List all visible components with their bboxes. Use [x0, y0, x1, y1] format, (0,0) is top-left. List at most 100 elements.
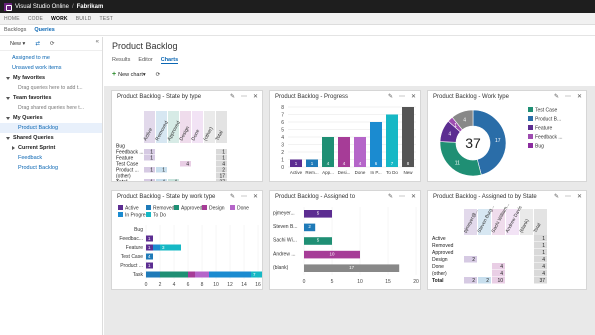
close-icon[interactable]: ✕	[411, 193, 416, 200]
page-title: Product Backlog	[112, 41, 178, 51]
hub-test[interactable]: TEST	[99, 16, 113, 22]
chart-tile-work-type[interactable]: Product Backlog - Work type ✎ ⋯ ✕ 17 11 4 1 4 3…	[427, 90, 587, 182]
more-icon[interactable]: ⋯	[399, 193, 405, 200]
hub-work[interactable]: WORK	[51, 16, 68, 22]
expand-triangle-icon	[6, 76, 10, 80]
x-tick-label: 10	[213, 282, 219, 288]
query-product-backlog[interactable]: Product Backlog	[0, 123, 102, 133]
new-query-button[interactable]: New ▾	[10, 41, 25, 47]
query-product-backlog-shared[interactable]: Product Backlog	[0, 163, 102, 173]
stacked-bar-segment	[209, 271, 251, 278]
charts-toolbar: + New chart▾ ⟳	[112, 71, 160, 78]
shared-queries-group[interactable]: Shared Queries	[0, 133, 102, 143]
hub-build[interactable]: BUILD	[76, 16, 92, 22]
pivot-cell	[492, 263, 505, 270]
edit-icon[interactable]: ✎	[230, 193, 235, 200]
product-name[interactable]: Visual Studio Online	[15, 4, 69, 10]
edit-icon[interactable]: ✎	[554, 193, 559, 200]
refresh-icon[interactable]: ⟳	[156, 72, 161, 78]
edit-icon[interactable]: ✎	[554, 93, 559, 100]
legend-swatch	[528, 125, 533, 130]
pivot-cell	[534, 242, 547, 249]
current-sprint-folder[interactable]: Current Sprint	[0, 143, 102, 153]
stacked-bar-segment	[195, 271, 209, 278]
pivot-cell-value: 1	[542, 236, 545, 242]
edit-icon[interactable]: ✎	[230, 93, 235, 100]
close-icon[interactable]: ✕	[253, 193, 258, 200]
pivot-cell-value: 4	[162, 180, 165, 182]
pivot-cell	[464, 277, 477, 284]
my-queries-group[interactable]: My Queries	[0, 113, 102, 123]
more-icon[interactable]: ⋯	[241, 193, 247, 200]
pivot-cell-value: 1	[162, 168, 165, 174]
x-tick-label: Active	[290, 170, 303, 175]
project-name[interactable]: Fabrikam	[77, 4, 104, 10]
x-tick-label: 10	[357, 279, 363, 285]
pivot-cell-value: 1	[150, 156, 153, 162]
x-tick-label: 12	[227, 282, 233, 288]
y-tick-label: Test Case	[121, 254, 143, 260]
stacked-bar-segment	[153, 244, 160, 251]
chart-tile-progress[interactable]: Product Backlog - Progress ✎ ⋯ ✕ 01 23 45 67 8…	[269, 90, 421, 182]
y-tick-label: (blank)	[273, 265, 289, 271]
link-icon[interactable]: ⇄	[35, 41, 40, 47]
unsaved-work-items-link[interactable]: Unsaved work items	[0, 63, 102, 73]
legend-swatch	[528, 116, 533, 121]
chart-tile-state-by-work-type[interactable]: Product Backlog - State by work type ✎ ⋯ ✕…	[111, 190, 263, 290]
more-icon[interactable]: ⋯	[565, 193, 571, 200]
hub-home[interactable]: HOME	[4, 16, 20, 22]
tab-editor[interactable]: Editor	[138, 57, 152, 64]
legend-label: Feedback ...	[535, 135, 563, 141]
new-query-label: New	[10, 40, 22, 47]
chart-title: Product Backlog - State by work type	[117, 194, 216, 200]
x-tick-label: 2	[159, 282, 162, 288]
close-icon[interactable]: ✕	[577, 93, 582, 100]
row-label: Removed	[432, 243, 454, 249]
row-label: (other)	[432, 271, 447, 277]
tab-results[interactable]: Results	[112, 57, 130, 64]
main-content: Product Backlog Results Editor Charts + …	[104, 37, 595, 335]
x-tick-label: 20	[413, 279, 419, 285]
legend-label: Done	[237, 206, 249, 212]
query-feedback[interactable]: Feedback	[0, 153, 102, 163]
tab-queries[interactable]: Queries	[34, 27, 54, 33]
x-tick-label: Done	[355, 170, 366, 175]
slice-label: 4	[463, 117, 466, 123]
shared-queries-label: Shared Queries	[13, 135, 54, 141]
new-chart-button[interactable]: New chart▾	[118, 72, 146, 78]
chart-title: Product Backlog - Assigned to by State	[433, 194, 537, 200]
stacked-bar-segment	[146, 271, 160, 278]
hub-code[interactable]: CODE	[28, 16, 43, 22]
chart-tile-assigned-by-state[interactable]: Product Backlog - Assigned to by State ✎…	[427, 190, 587, 290]
chart-tile-state-by-type[interactable]: Product Backlog - State by type ✎ ⋯ ✕ Acti…	[111, 90, 263, 182]
edit-icon[interactable]: ✎	[388, 193, 393, 200]
close-icon[interactable]: ✕	[253, 93, 258, 100]
y-tick-label: Feedbac...	[119, 236, 143, 242]
query-tabs: Results Editor Charts	[112, 57, 186, 64]
progress-bar	[386, 114, 398, 167]
legend-swatch	[230, 205, 235, 210]
stacked-bar-segment	[160, 271, 188, 278]
slice-label: 11	[455, 160, 460, 166]
assigned-to-me-link[interactable]: Assigned to me	[0, 53, 102, 63]
tab-charts[interactable]: Charts	[160, 57, 179, 64]
y-tick-label: Task	[133, 272, 144, 278]
refresh-icon[interactable]: ⟳	[50, 41, 55, 47]
y-tick-label: 5	[281, 128, 284, 134]
chart-svg: Active RemovedApprovedDesign Done (other) To…	[116, 111, 227, 182]
plus-icon: +	[112, 71, 117, 78]
more-icon[interactable]: ⋯	[241, 93, 247, 100]
more-icon[interactable]: ⋯	[399, 93, 405, 100]
legend-swatch	[118, 205, 123, 210]
close-icon[interactable]: ✕	[411, 93, 416, 100]
my-favorites-group[interactable]: My favorites	[0, 73, 102, 83]
collapse-pane-icon[interactable]: «	[96, 39, 99, 45]
chart-svg: 0123456781Active1Rem...4App...4Desi...4D…	[281, 105, 416, 175]
chart-tile-assigned-to[interactable]: Product Backlog - Assigned to ✎ ⋯ ✕ 0 5 10 15…	[269, 190, 421, 290]
close-icon[interactable]: ✕	[577, 193, 582, 200]
tab-backlogs[interactable]: Backlogs	[4, 27, 26, 33]
pivot-cell-value: 2	[486, 278, 489, 284]
edit-icon[interactable]: ✎	[388, 93, 393, 100]
more-icon[interactable]: ⋯	[565, 93, 571, 100]
team-favorites-group[interactable]: Team favorites	[0, 93, 102, 103]
